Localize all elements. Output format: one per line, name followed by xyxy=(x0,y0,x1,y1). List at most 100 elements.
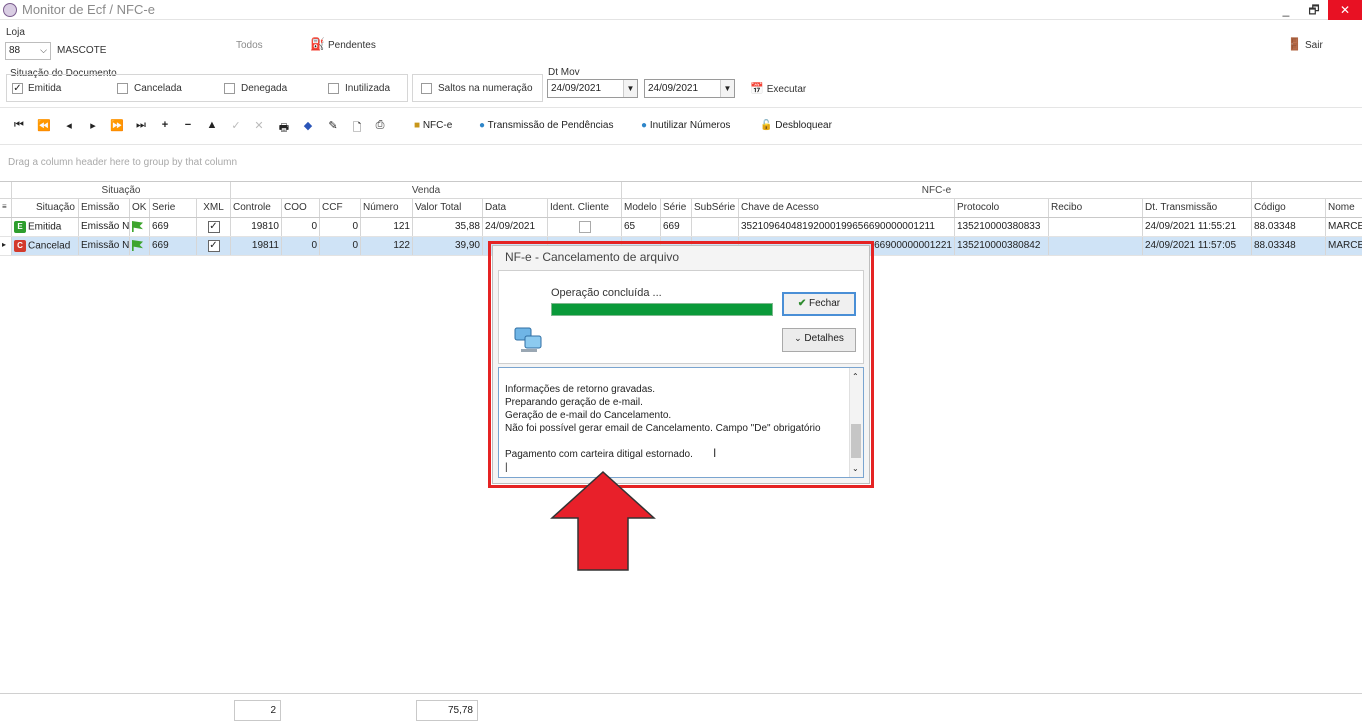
detalhes-button[interactable]: ⌄ Detalhes xyxy=(782,328,856,352)
column-header[interactable]: Dt. Transmissão xyxy=(1143,199,1252,217)
column-header[interactable]: Código xyxy=(1252,199,1326,217)
next-record-icon[interactable]: ▸ xyxy=(86,119,100,132)
column-header[interactable]: Data xyxy=(483,199,548,217)
xml-checkbox[interactable]: ✓ xyxy=(207,221,220,233)
scroll-thumb[interactable] xyxy=(851,424,861,458)
column-header[interactable]: Chave de Acesso xyxy=(739,199,955,217)
checkbox-label: Saltos na numeração xyxy=(438,83,533,94)
globe-icon: ● xyxy=(479,120,486,131)
cell-ccf: 0 xyxy=(320,218,361,236)
log-line: Não foi possível gerar email de Cancelam… xyxy=(505,423,821,434)
xml-checkbox[interactable]: ✓ xyxy=(207,240,220,252)
pendentes-button[interactable]: ⛽ Pendentes xyxy=(310,37,376,51)
cell-numero: 121 xyxy=(361,218,413,236)
row-indicator xyxy=(0,218,12,236)
todos-button[interactable]: Todos xyxy=(236,40,263,51)
checkbox-label: Inutilizada xyxy=(345,83,391,94)
scroll-up-icon[interactable]: ⌃ xyxy=(852,370,859,383)
separator xyxy=(0,144,1362,145)
cell-recibo xyxy=(1049,218,1143,236)
prev-record-icon[interactable]: ◂ xyxy=(62,119,76,132)
close-button[interactable]: ✕ xyxy=(1328,0,1362,20)
grid-column-header: ≡ Situação Emissão OK Serie XML Controle… xyxy=(0,199,1362,218)
separator xyxy=(0,107,1362,108)
prev-page-icon[interactable]: ⏪ xyxy=(37,119,51,132)
eraser-icon[interactable]: ✎ xyxy=(326,119,340,132)
date-from-value: 24/09/2021 xyxy=(551,83,602,94)
column-header[interactable]: Nome xyxy=(1326,199,1362,217)
inutilizar-button[interactable]: ● Inutilizar Números xyxy=(641,120,730,131)
log-line-blank xyxy=(505,435,843,448)
column-header[interactable]: Ident. Cliente xyxy=(548,199,622,217)
desbloquear-button[interactable]: 🔓 Desbloquear xyxy=(760,120,832,131)
last-record-icon[interactable]: ⏭ xyxy=(134,119,148,132)
row-indicator-header: ≡ xyxy=(0,199,12,217)
executar-button[interactable]: 📅 Executar xyxy=(750,82,806,95)
transmissao-button[interactable]: ● Transmissão de Pendências xyxy=(479,120,613,131)
grid-band-header: Situação Venda NFC-e xyxy=(0,181,1362,199)
sair-button[interactable]: 🚪 Sair xyxy=(1287,37,1323,51)
column-header[interactable]: Valor Total xyxy=(413,199,483,217)
nfce-button[interactable]: ■ NFC-e xyxy=(414,120,452,131)
column-header[interactable]: Emissão xyxy=(79,199,130,217)
minimize-button[interactable]: _ xyxy=(1272,0,1300,20)
preview-icon[interactable]: 🗋 xyxy=(350,119,364,138)
cell-xml[interactable]: ✓ xyxy=(197,218,231,236)
band-venda[interactable]: Venda xyxy=(231,182,622,198)
dropdown-arrow-icon[interactable]: ▼ xyxy=(720,80,734,97)
restore-button[interactable]: 🗗 xyxy=(1300,0,1328,20)
cancel-edit-icon[interactable]: ✕ xyxy=(252,119,266,132)
column-header[interactable]: Controle xyxy=(231,199,282,217)
delete-icon[interactable]: − xyxy=(181,119,195,131)
column-header[interactable]: Protocolo xyxy=(955,199,1049,217)
edit-icon[interactable]: ▲ xyxy=(205,119,219,131)
first-record-icon[interactable]: ⏮ xyxy=(12,119,26,132)
post-icon[interactable]: ✓ xyxy=(229,119,243,132)
scroll-down-icon[interactable]: ⌄ xyxy=(852,462,859,475)
tag-icon[interactable]: ◆ xyxy=(301,119,315,132)
column-header[interactable]: Modelo xyxy=(622,199,661,217)
dropdown-arrow-icon[interactable]: ▼ xyxy=(623,80,637,97)
details-log[interactable]: Informações de retorno gravadas. Prepara… xyxy=(498,367,864,478)
band-situacao[interactable]: Situação xyxy=(12,182,231,198)
status-text: Operação concluída ... xyxy=(551,287,662,299)
fechar-button[interactable]: ✔ Fechar xyxy=(782,292,856,316)
column-header[interactable]: Série xyxy=(661,199,692,217)
column-header[interactable]: COO xyxy=(282,199,320,217)
cell-ok xyxy=(130,237,150,255)
table-row[interactable]: E Emitida Emissão N 669 ✓ 19810 0 0 121 3… xyxy=(0,218,1362,237)
cell-subserie xyxy=(692,218,739,236)
column-header[interactable]: Número xyxy=(361,199,413,217)
flag-icon xyxy=(132,240,143,251)
checkbox-box xyxy=(421,83,432,94)
insert-icon[interactable]: + xyxy=(158,119,172,131)
executar-label: Executar xyxy=(766,84,807,95)
date-from-input[interactable]: 24/09/2021 ▼ xyxy=(547,79,638,98)
cell-chave: 35210964048192000199656690000001211 xyxy=(739,218,955,236)
column-header[interactable]: Situação xyxy=(12,199,79,217)
cell-xml[interactable]: ✓ xyxy=(197,237,231,255)
cell-protocolo: 135210000380842 xyxy=(955,237,1049,255)
log-scrollbar[interactable]: ⌃ ⌄ xyxy=(849,368,863,477)
column-header[interactable]: Serie xyxy=(150,199,197,217)
band-nfce[interactable]: NFC-e xyxy=(622,182,1252,198)
loja-select[interactable]: 88 ⌵ xyxy=(5,42,51,60)
column-header[interactable]: Recibo xyxy=(1049,199,1143,217)
cell-controle: 19811 xyxy=(231,237,282,255)
next-page-icon[interactable]: ⏩ xyxy=(110,119,124,132)
log-line: Pagamento com carteira ditigal estornado… xyxy=(505,449,693,460)
cell-emissao: Emissão N xyxy=(79,218,130,236)
column-header[interactable]: SubSérie xyxy=(692,199,739,217)
cell-valor: 39,90 xyxy=(413,237,483,255)
cell-cliente[interactable] xyxy=(548,218,622,236)
print-icon[interactable]: 🖶 xyxy=(277,119,291,138)
column-header[interactable]: OK xyxy=(130,199,150,217)
column-header[interactable]: CCF xyxy=(320,199,361,217)
export-icon[interactable]: ⎙ xyxy=(373,119,387,132)
date-to-input[interactable]: 24/09/2021 ▼ xyxy=(644,79,735,98)
dialog-title: NF-e - Cancelamento de arquivo xyxy=(505,250,680,264)
cell-situacao: E Emitida xyxy=(12,218,79,236)
cliente-checkbox[interactable] xyxy=(578,221,591,233)
log-line: Preparando geração de e-mail. xyxy=(505,397,643,408)
column-header[interactable]: XML xyxy=(197,199,231,217)
